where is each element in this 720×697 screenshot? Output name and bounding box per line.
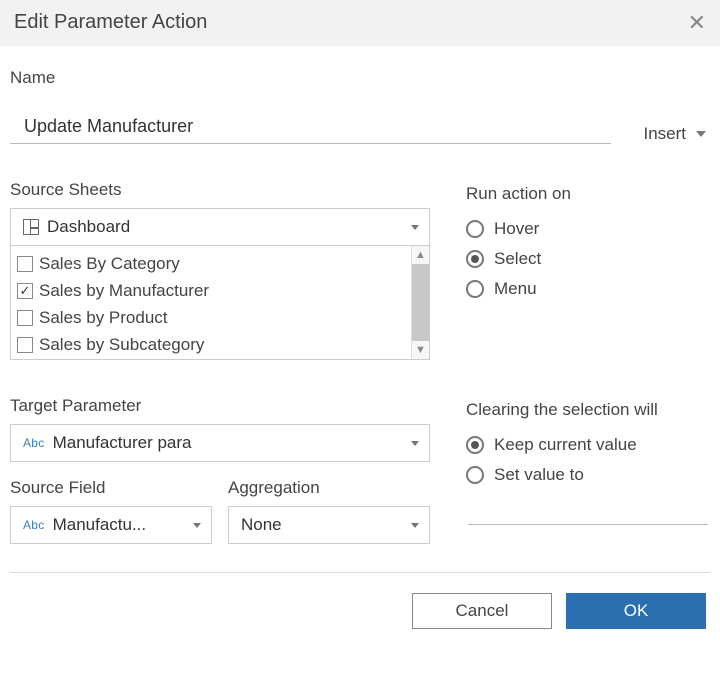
aggregation-label: Aggregation [228, 478, 430, 498]
sheets-listbox: Sales By Category ✓ Sales by Manufacture… [10, 246, 430, 360]
insert-label: Insert [643, 124, 686, 144]
radio-icon [466, 250, 484, 268]
close-icon[interactable]: ✕ [688, 12, 706, 34]
list-item[interactable]: Sales by Subcategory [17, 331, 405, 358]
target-parameter-value: Manufacturer para [53, 433, 411, 453]
abc-icon: Abc [23, 436, 45, 450]
target-parameter-dropdown[interactable]: Abc Manufacturer para [10, 424, 430, 462]
checkbox-icon[interactable] [17, 256, 33, 272]
dialog-titlebar: Edit Parameter Action ✕ [0, 0, 720, 46]
list-item[interactable]: Sales by Product [17, 304, 405, 331]
scroll-down-icon[interactable]: ▼ [412, 341, 429, 359]
run-on-radio-group: Hover Select Menu [466, 214, 706, 304]
chevron-down-icon [411, 523, 419, 528]
radio-set-value[interactable]: Set value to [466, 460, 706, 490]
radio-select[interactable]: Select [466, 244, 706, 274]
clearing-label: Clearing the selection will [466, 400, 706, 420]
list-item-label: Sales by Manufacturer [39, 281, 209, 301]
chevron-down-icon [193, 523, 201, 528]
radio-label: Menu [494, 279, 537, 299]
radio-icon [466, 220, 484, 238]
radio-label: Hover [494, 219, 539, 239]
action-name-input[interactable] [10, 112, 611, 144]
insert-menu[interactable]: Insert [643, 124, 706, 144]
abc-icon: Abc [23, 518, 45, 532]
target-parameter-label: Target Parameter [10, 396, 430, 416]
radio-label: Set value to [494, 465, 584, 485]
source-field-label: Source Field [10, 478, 212, 498]
list-item[interactable]: ✓ Sales by Manufacturer [17, 277, 405, 304]
scrollbar[interactable]: ▲ ▼ [411, 246, 429, 359]
radio-label: Keep current value [494, 435, 637, 455]
list-item[interactable]: Sales By Category [17, 250, 405, 277]
radio-keep-current[interactable]: Keep current value [466, 430, 706, 460]
name-label: Name [10, 68, 706, 88]
chevron-down-icon [411, 441, 419, 446]
source-field-value: Manufactu... [53, 515, 193, 535]
source-sheets-label: Source Sheets [10, 180, 430, 200]
clearing-radio-group: Keep current value Set value to [466, 430, 706, 490]
scrollbar-thumb[interactable] [412, 264, 429, 341]
radio-menu[interactable]: Menu [466, 274, 706, 304]
dashboard-selected: Dashboard [47, 217, 411, 237]
checkbox-icon[interactable] [17, 310, 33, 326]
list-item-label: Sales by Product [39, 308, 168, 328]
radio-icon [466, 280, 484, 298]
dialog-title: Edit Parameter Action [14, 11, 207, 34]
aggregation-value: None [241, 515, 411, 535]
chevron-down-icon [696, 131, 706, 137]
dashboard-dropdown[interactable]: Dashboard [10, 208, 430, 246]
source-field-dropdown[interactable]: Abc Manufactu... [10, 506, 212, 544]
cancel-button[interactable]: Cancel [412, 593, 552, 629]
radio-label: Select [494, 249, 541, 269]
chevron-down-icon [411, 225, 419, 230]
set-value-input-line [468, 524, 708, 525]
checkbox-icon[interactable] [17, 337, 33, 353]
checkbox-icon[interactable]: ✓ [17, 283, 33, 299]
list-item-label: Sales By Category [39, 254, 180, 274]
radio-hover[interactable]: Hover [466, 214, 706, 244]
dashboard-icon [23, 219, 39, 235]
list-item-label: Sales by Subcategory [39, 335, 204, 355]
ok-button[interactable]: OK [566, 593, 706, 629]
radio-icon [466, 436, 484, 454]
aggregation-dropdown[interactable]: None [228, 506, 430, 544]
scroll-up-icon[interactable]: ▲ [412, 246, 429, 264]
radio-icon [466, 466, 484, 484]
run-action-on-label: Run action on [466, 184, 706, 204]
